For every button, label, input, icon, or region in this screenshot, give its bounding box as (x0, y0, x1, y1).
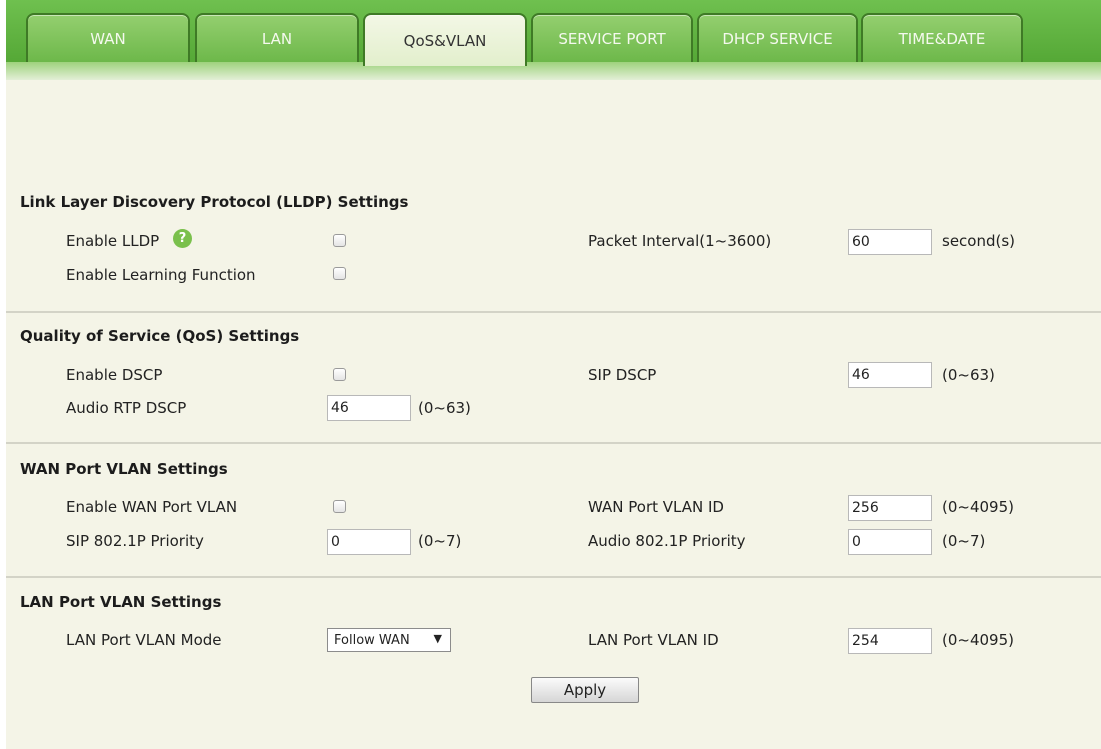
audio-priority-range: (0~7) (942, 532, 986, 550)
audio-priority-input[interactable] (848, 529, 932, 555)
divider (6, 311, 1101, 313)
divider (6, 442, 1101, 444)
lldp-section-title: Link Layer Discovery Protocol (LLDP) Set… (20, 193, 409, 211)
audio-rtp-dscp-input[interactable] (327, 395, 411, 421)
apply-button[interactable]: Apply (531, 677, 639, 703)
enable-dscp-checkbox[interactable] (333, 368, 346, 381)
wan-vlan-id-range: (0~4095) (942, 498, 1014, 516)
sip-dscp-input[interactable] (848, 362, 932, 388)
lan-vlan-mode-select[interactable]: Follow WAN ▼ (327, 628, 451, 652)
sip-priority-range: (0~7) (418, 532, 462, 550)
tab-dhcp-service[interactable]: DHCP SERVICE (697, 13, 858, 62)
wan-vlan-id-input[interactable] (848, 495, 932, 521)
divider (6, 576, 1101, 578)
wan-vlan-id-label: WAN Port VLAN ID (588, 498, 724, 516)
lan-vlan-section-title: LAN Port VLAN Settings (20, 593, 222, 611)
settings-frame: WAN LAN QoS&VLAN SERVICE PORT DHCP SERVI… (6, 0, 1101, 749)
enable-wan-vlan-label: Enable WAN Port VLAN (66, 498, 238, 516)
lan-vlan-id-range: (0~4095) (942, 631, 1014, 649)
packet-interval-label: Packet Interval(1~3600) (588, 232, 772, 250)
tab-lan[interactable]: LAN (195, 13, 359, 62)
enable-dscp-label: Enable DSCP (66, 366, 163, 384)
tab-wan[interactable]: WAN (26, 13, 190, 62)
sip-priority-label: SIP 802.1P Priority (66, 532, 204, 550)
audio-rtp-dscp-range: (0~63) (418, 399, 471, 417)
packet-interval-input[interactable] (848, 229, 932, 255)
tab-qos-vlan[interactable]: QoS&VLAN (363, 13, 527, 66)
tab-time-date[interactable]: TIME&DATE (861, 13, 1023, 62)
tab-service-port[interactable]: SERVICE PORT (531, 13, 693, 62)
packet-interval-unit: second(s) (942, 232, 1016, 250)
sip-dscp-label: SIP DSCP (588, 366, 657, 384)
audio-priority-label: Audio 802.1P Priority (588, 532, 746, 550)
tab-bar-shade (6, 62, 1101, 80)
qos-section-title: Quality of Service (QoS) Settings (20, 327, 300, 345)
wan-vlan-section-title: WAN Port VLAN Settings (20, 460, 228, 478)
lan-vlan-mode-label: LAN Port VLAN Mode (66, 631, 222, 649)
lan-vlan-id-label: LAN Port VLAN ID (588, 631, 719, 649)
enable-wan-vlan-checkbox[interactable] (333, 500, 346, 513)
enable-lldp-label: Enable LLDP (66, 232, 160, 250)
enable-learning-checkbox[interactable] (333, 267, 346, 280)
help-icon[interactable]: ? (173, 229, 192, 248)
enable-learning-label: Enable Learning Function (66, 266, 256, 284)
sip-dscp-range: (0~63) (942, 366, 995, 384)
sip-priority-input[interactable] (327, 529, 411, 555)
audio-rtp-dscp-label: Audio RTP DSCP (66, 399, 187, 417)
enable-lldp-checkbox[interactable] (333, 234, 346, 247)
chevron-down-icon: ▼ (433, 632, 442, 645)
lan-vlan-id-input[interactable] (848, 628, 932, 654)
lan-vlan-mode-value: Follow WAN (334, 632, 410, 648)
